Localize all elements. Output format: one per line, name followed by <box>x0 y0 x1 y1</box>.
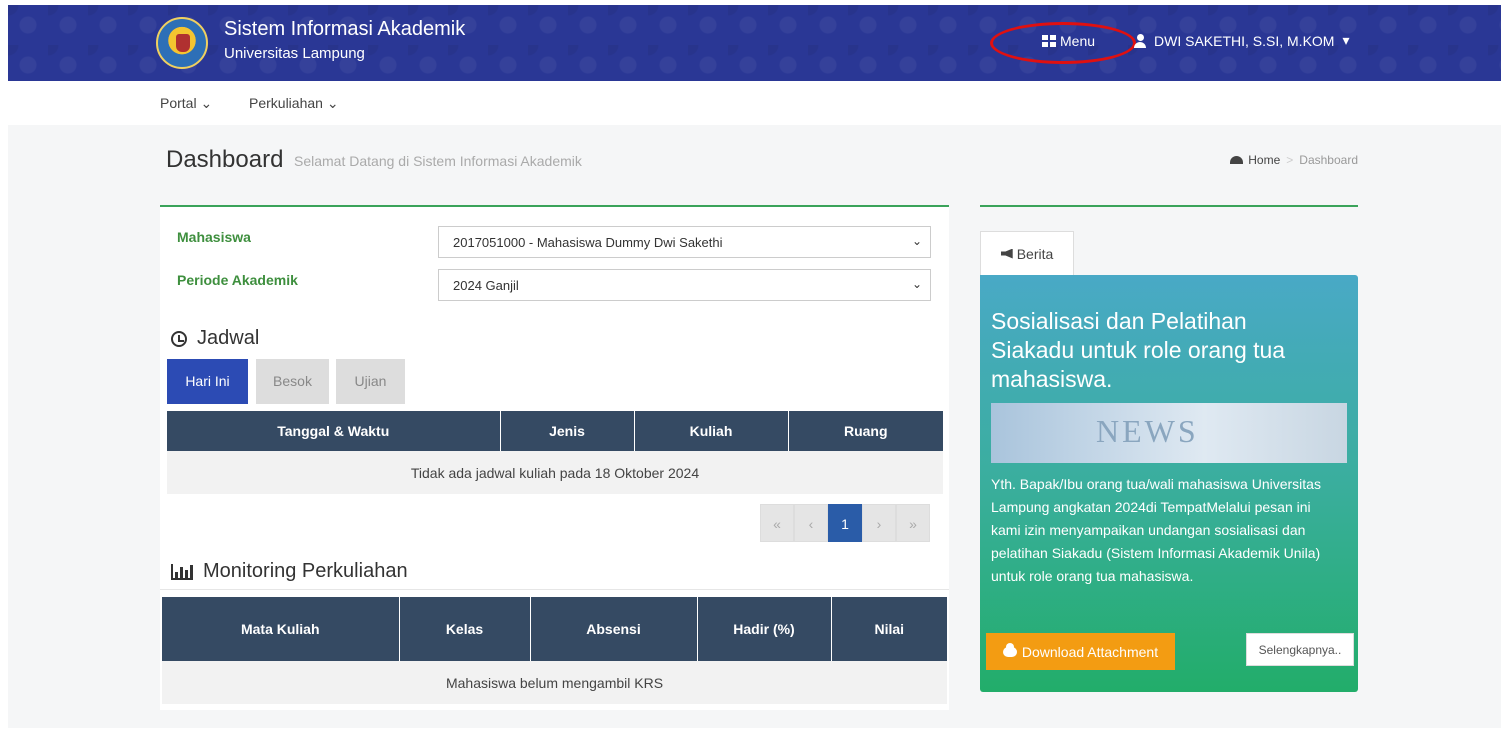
tab-hari-ini[interactable]: Hari Ini <box>167 359 248 404</box>
app-title: Sistem Informasi Akademik <box>224 18 466 40</box>
jadwal-heading: Jadwal <box>171 327 259 350</box>
column-header: Hadir (%) <box>697 597 832 661</box>
table-row: Mahasiswa belum mengambil KRS <box>162 661 947 704</box>
annotation-circle <box>990 22 1136 64</box>
bullhorn-icon <box>1000 248 1013 259</box>
jadwal-title: Jadwal <box>197 327 260 349</box>
download-attachment-button[interactable]: Download Attachment <box>986 633 1175 670</box>
column-header: Mata Kuliah <box>162 597 400 661</box>
chevron-down-icon: ⌄ <box>911 277 922 291</box>
breadcrumb-home-label: Home <box>1248 153 1281 167</box>
divider <box>160 589 949 590</box>
university-logo <box>156 17 208 69</box>
page-title: Dashboard <box>166 146 284 173</box>
mahasiswa-label: Mahasiswa <box>177 229 251 245</box>
top-header: Sistem Informasi Akademik Universitas La… <box>8 5 1501 81</box>
column-header: Absensi <box>530 597 698 661</box>
cloud-download-icon <box>1002 642 1017 657</box>
chevron-down-icon: ⌄ <box>326 95 339 111</box>
tab-berita-label: Berita <box>1016 245 1054 262</box>
tab-berita[interactable]: Berita <box>980 231 1074 275</box>
read-more-button[interactable]: Selengkapnya.. <box>1246 633 1354 666</box>
breadcrumb-current: Dashboard <box>1299 153 1358 167</box>
breadcrumb-home[interactable]: Home <box>1230 153 1280 167</box>
download-label: Download Attachment <box>1021 643 1159 660</box>
news-title: Sosialisasi dan Pelatihan Siakadu untuk … <box>991 308 1286 392</box>
empty-krs-message: Mahasiswa belum mengambil KRS <box>162 661 947 704</box>
column-header: Jenis <box>500 411 635 451</box>
table-header-row: Mata Kuliah Kelas Absensi Hadir (%) Nila… <box>162 597 947 661</box>
mahasiswa-select-value: 2017051000 - Mahasiswa Dummy Dwi Sakethi <box>453 235 723 250</box>
last-page-button[interactable]: » <box>896 504 930 542</box>
breadcrumb-separator: > <box>1286 153 1294 167</box>
news-panel: Sosialisasi dan Pelatihan Siakadu untuk … <box>980 275 1358 692</box>
monitoring-heading: Monitoring Perkuliahan <box>171 560 408 583</box>
clock-icon <box>171 330 187 347</box>
nav-item-label: Portal <box>160 95 197 111</box>
monitoring-title: Monitoring Perkuliahan <box>203 560 408 582</box>
periode-select[interactable]: 2024 Ganjil ⌄ <box>438 269 931 301</box>
user-name: DWI SAKETHI, S.SI, M.KOM <box>1154 32 1335 49</box>
user-icon <box>1134 33 1146 48</box>
news-image-text: NEWS <box>1096 413 1199 449</box>
academic-card: Mahasiswa 2017051000 - Mahasiswa Dummy D… <box>160 205 949 710</box>
chevron-down-icon: ⌄ <box>911 234 922 248</box>
nav-item-label: Perkuliahan <box>249 95 323 111</box>
tab-ujian[interactable]: Ujian <box>336 359 405 404</box>
next-page-button[interactable]: › <box>862 504 896 542</box>
table-row: Tidak ada jadwal kuliah pada 18 Oktober … <box>167 451 943 494</box>
news-body: Yth. Bapak/Ibu orang tua/wali mahasiswa … <box>991 476 1321 584</box>
column-header: Kelas <box>399 597 531 661</box>
periode-select-value: 2024 Ganjil <box>453 278 519 293</box>
mahasiswa-select[interactable]: 2017051000 - Mahasiswa Dummy Dwi Sakethi… <box>438 226 931 258</box>
app-subtitle: Universitas Lampung <box>224 45 365 62</box>
column-header: Kuliah <box>634 411 789 451</box>
first-page-button[interactable]: « <box>760 504 794 542</box>
page-subtitle: Selamat Datang di Sistem Informasi Akade… <box>294 153 582 169</box>
column-header: Nilai <box>831 597 947 661</box>
nav-item-portal[interactable]: Portal ⌄ <box>160 95 212 112</box>
prev-page-button[interactable]: ‹ <box>794 504 828 542</box>
page-button-current[interactable]: 1 <box>828 504 862 542</box>
dashboard-icon <box>1230 156 1244 164</box>
empty-schedule-message: Tidak ada jadwal kuliah pada 18 Oktober … <box>167 451 943 494</box>
chevron-down-icon: ⌄ <box>200 95 213 111</box>
main-navbar: Portal ⌄ Perkuliahan ⌄ <box>8 81 1501 125</box>
column-header: Ruang <box>788 411 943 451</box>
caret-down-icon: ▾ <box>1342 32 1350 48</box>
jadwal-table: Tanggal & Waktu Jenis Kuliah Ruang Tidak… <box>167 411 943 494</box>
table-header-row: Tanggal & Waktu Jenis Kuliah Ruang <box>167 411 943 451</box>
nav-item-perkuliahan[interactable]: Perkuliahan ⌄ <box>249 95 339 112</box>
column-header: Tanggal & Waktu <box>167 411 501 451</box>
news-card-border <box>980 205 1358 207</box>
pagination: « ‹ 1 › » <box>760 504 930 542</box>
monitoring-table: Mata Kuliah Kelas Absensi Hadir (%) Nila… <box>162 597 947 704</box>
breadcrumb: Home > Dashboard <box>1230 153 1358 167</box>
app-frame: Sistem Informasi Akademik Universitas La… <box>8 5 1501 728</box>
bar-chart-icon <box>171 563 193 580</box>
tab-besok[interactable]: Besok <box>256 359 329 404</box>
news-image: NEWS <box>991 403 1347 463</box>
user-dropdown[interactable]: DWI SAKETHI, S.SI, M.KOM ▾ <box>1134 32 1350 49</box>
periode-label: Periode Akademik <box>177 272 298 288</box>
